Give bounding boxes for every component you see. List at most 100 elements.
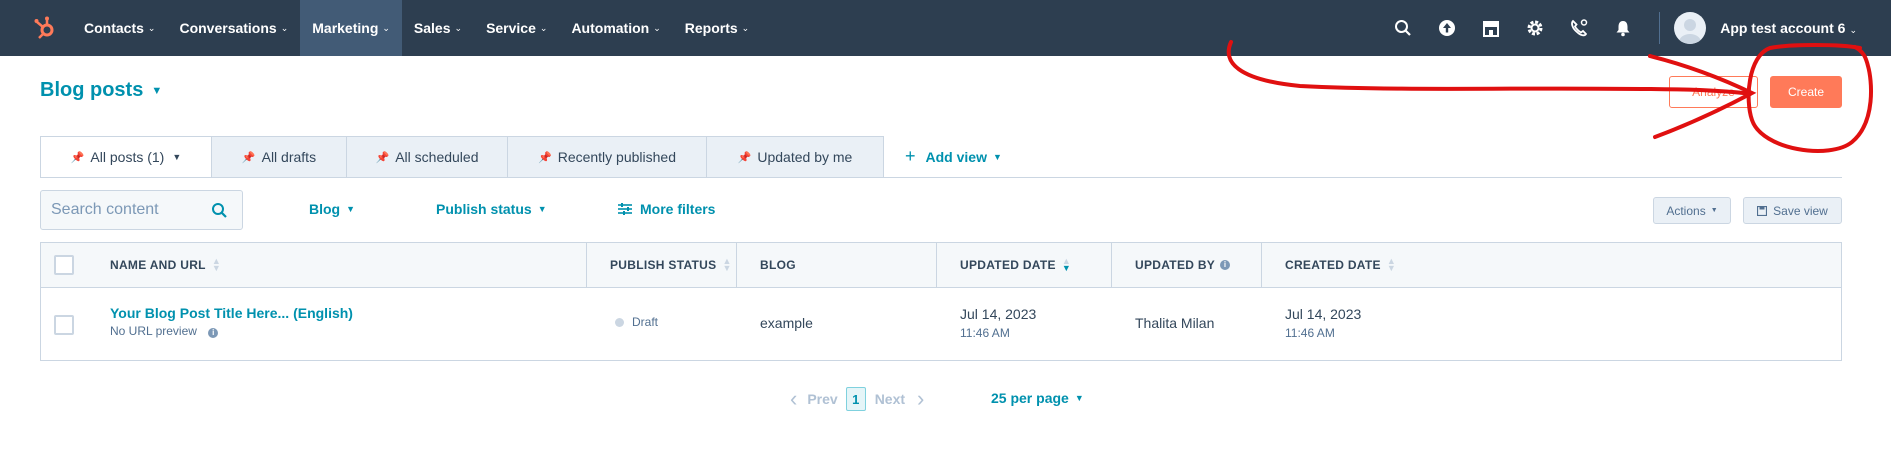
nav-item-marketing[interactable]: Marketing ⌄ — [300, 0, 402, 56]
pin-icon: 📌 — [737, 151, 752, 164]
table-header: NAME AND URL ▲ ▼ PUBLISH STATUS ▲ ▼ BLOG U… — [41, 243, 1841, 288]
nav-label: Marketing — [312, 20, 379, 36]
chevron-down-icon: ⌄ — [280, 22, 289, 33]
tab-all-drafts[interactable]: 📌 All drafts — [212, 136, 347, 178]
marketplace-icon[interactable] — [1469, 0, 1513, 56]
blog-filter[interactable]: Blog ▼ — [309, 201, 355, 217]
analyze-button-label: Analyze — [1692, 85, 1735, 99]
actions-label: Actions — [1666, 203, 1706, 218]
select-all-checkbox[interactable] — [54, 255, 74, 275]
upgrade-arrow-icon[interactable] — [1425, 0, 1469, 56]
column-divider — [1111, 243, 1112, 287]
url-preview: No URL preview i — [110, 324, 219, 338]
create-button[interactable]: Create — [1770, 76, 1842, 108]
nav-label: Sales — [413, 20, 451, 36]
hubspot-logo-icon[interactable] — [24, 0, 66, 56]
notifications-bell-icon[interactable] — [1601, 0, 1645, 56]
current-page[interactable]: 1 — [845, 387, 866, 411]
column-header-updated-date[interactable]: UPDATED DATE ▲ ▼ — [960, 243, 1071, 287]
column-header-name[interactable]: NAME AND URL ▲ ▼ — [110, 243, 221, 287]
create-button-label: Create — [1787, 85, 1825, 99]
column-header-created-date[interactable]: CREATED DATE ▲ ▼ — [1285, 243, 1396, 287]
created-time: 11:46 AM — [1285, 326, 1335, 340]
header-label: NAME AND URL — [110, 258, 206, 272]
sort-icon: ▲ ▼ — [722, 256, 732, 273]
pin-icon: 📌 — [375, 151, 390, 164]
tab-updated-by-me[interactable]: 📌 Updated by me — [707, 136, 884, 178]
account-name: App test account 6 — [1720, 20, 1846, 36]
column-divider — [586, 243, 587, 287]
nav-label: Reports — [684, 20, 738, 36]
nav-item-sales[interactable]: Sales ⌄ — [402, 0, 474, 56]
caret-down-icon: ▼ — [537, 204, 547, 214]
per-page-selector[interactable]: 25 per page ▼ — [991, 390, 1084, 406]
info-icon[interactable]: i — [208, 328, 219, 338]
publish-status-filter-label: Publish status — [436, 201, 532, 217]
floppy-disk-icon — [1757, 205, 1768, 216]
header-label: UPDATED BY — [1135, 258, 1216, 272]
publish-status-filter[interactable]: Publish status ▼ — [436, 201, 547, 217]
nav-item-automation[interactable]: Automation ⌄ — [559, 0, 672, 56]
nav-item-conversations[interactable]: Conversations ⌄ — [167, 0, 300, 56]
tab-recently-published[interactable]: 📌 Recently published — [508, 136, 707, 178]
header-label: PUBLISH STATUS — [610, 258, 717, 272]
nav-item-reports[interactable]: Reports ⌄ — [673, 0, 761, 56]
column-divider — [936, 243, 937, 287]
actions-button[interactable]: Actions ▼ — [1653, 197, 1731, 224]
filter-sliders-icon — [618, 203, 632, 215]
updated-date: Jul 14, 2023 — [960, 306, 1037, 322]
row-select-checkbox[interactable] — [54, 315, 74, 335]
header-label: BLOG — [760, 258, 796, 272]
tab-label: All drafts — [261, 149, 317, 165]
chevron-down-icon: ⌄ — [454, 22, 463, 33]
search-input[interactable] — [41, 191, 201, 229]
info-icon[interactable]: i — [1220, 260, 1231, 270]
settings-gear-icon[interactable] — [1513, 0, 1557, 56]
tab-all-posts[interactable]: 📌 All posts (1) ▼ — [40, 136, 212, 178]
pin-icon: 📌 — [70, 151, 85, 164]
caret-down-icon: ▼ — [992, 151, 1002, 162]
avatar[interactable] — [1674, 12, 1707, 44]
search-icon[interactable] — [211, 202, 228, 224]
prev-page-button[interactable]: Prev — [807, 391, 837, 407]
next-page-button[interactable]: Next — [875, 391, 905, 407]
chevron-down-icon: ⌄ — [653, 22, 661, 33]
search-icon[interactable] — [1381, 0, 1425, 56]
chevron-down-icon: ⌄ — [1849, 25, 1857, 35]
pagination: ‹ Prev 1 Next › — [790, 386, 924, 412]
analyze-button[interactable]: Analyze — [1669, 76, 1758, 108]
post-title-link[interactable]: Your Blog Post Title Here... (English) — [110, 305, 353, 321]
more-filters-button[interactable]: More filters — [618, 201, 715, 217]
blog-posts-table: NAME AND URL ▲ ▼ PUBLISH STATUS ▲ ▼ BLOG U… — [40, 242, 1842, 361]
calling-icon[interactable] — [1557, 0, 1601, 56]
column-header-updated-by[interactable]: UPDATED BY i — [1135, 243, 1231, 287]
more-filters-label: More filters — [640, 201, 716, 217]
post-title: Your Blog Post Title Here... — [110, 305, 290, 321]
status-text: Draft — [632, 315, 659, 329]
chevron-down-icon: ⌄ — [741, 22, 750, 33]
save-view-button[interactable]: Save view — [1743, 197, 1842, 224]
updated-time: 11:46 AM — [960, 326, 1010, 340]
nav-right-tools: App test account 6 ⌄ — [1381, 0, 1891, 56]
nav-item-service[interactable]: Service ⌄ — [474, 0, 559, 56]
updated-by-name: Thalita Milan — [1135, 315, 1215, 331]
add-view-button[interactable]: + Add view ▼ — [905, 146, 1002, 167]
chevron-right-icon[interactable]: › — [917, 386, 924, 412]
column-header-blog[interactable]: BLOG — [760, 243, 796, 287]
account-menu[interactable]: App test account 6 ⌄ — [1720, 20, 1857, 36]
save-view-label: Save view — [1773, 203, 1828, 218]
status-badge: Draft — [615, 315, 658, 329]
caret-down-icon: ▼ — [151, 84, 163, 97]
top-navigation-bar: Contacts ⌄ Conversations ⌄ Marketing ⌄ Sale… — [0, 0, 1891, 56]
column-header-status[interactable]: PUBLISH STATUS ▲ ▼ — [610, 243, 732, 287]
page-title-text: Blog posts — [40, 79, 144, 101]
caret-down-icon: ▼ — [1710, 207, 1718, 214]
pin-icon: 📌 — [538, 151, 552, 164]
tab-label: Recently published — [557, 149, 676, 165]
nav-item-contacts[interactable]: Contacts ⌄ — [72, 0, 167, 56]
chevron-left-icon[interactable]: ‹ — [790, 386, 797, 412]
tab-all-scheduled[interactable]: 📌 All scheduled — [347, 136, 508, 178]
page-title[interactable]: Blog posts ▼ — [40, 79, 162, 102]
sort-icon: ▲ ▼ — [1386, 256, 1397, 273]
chevron-down-icon: ⌄ — [147, 22, 156, 33]
